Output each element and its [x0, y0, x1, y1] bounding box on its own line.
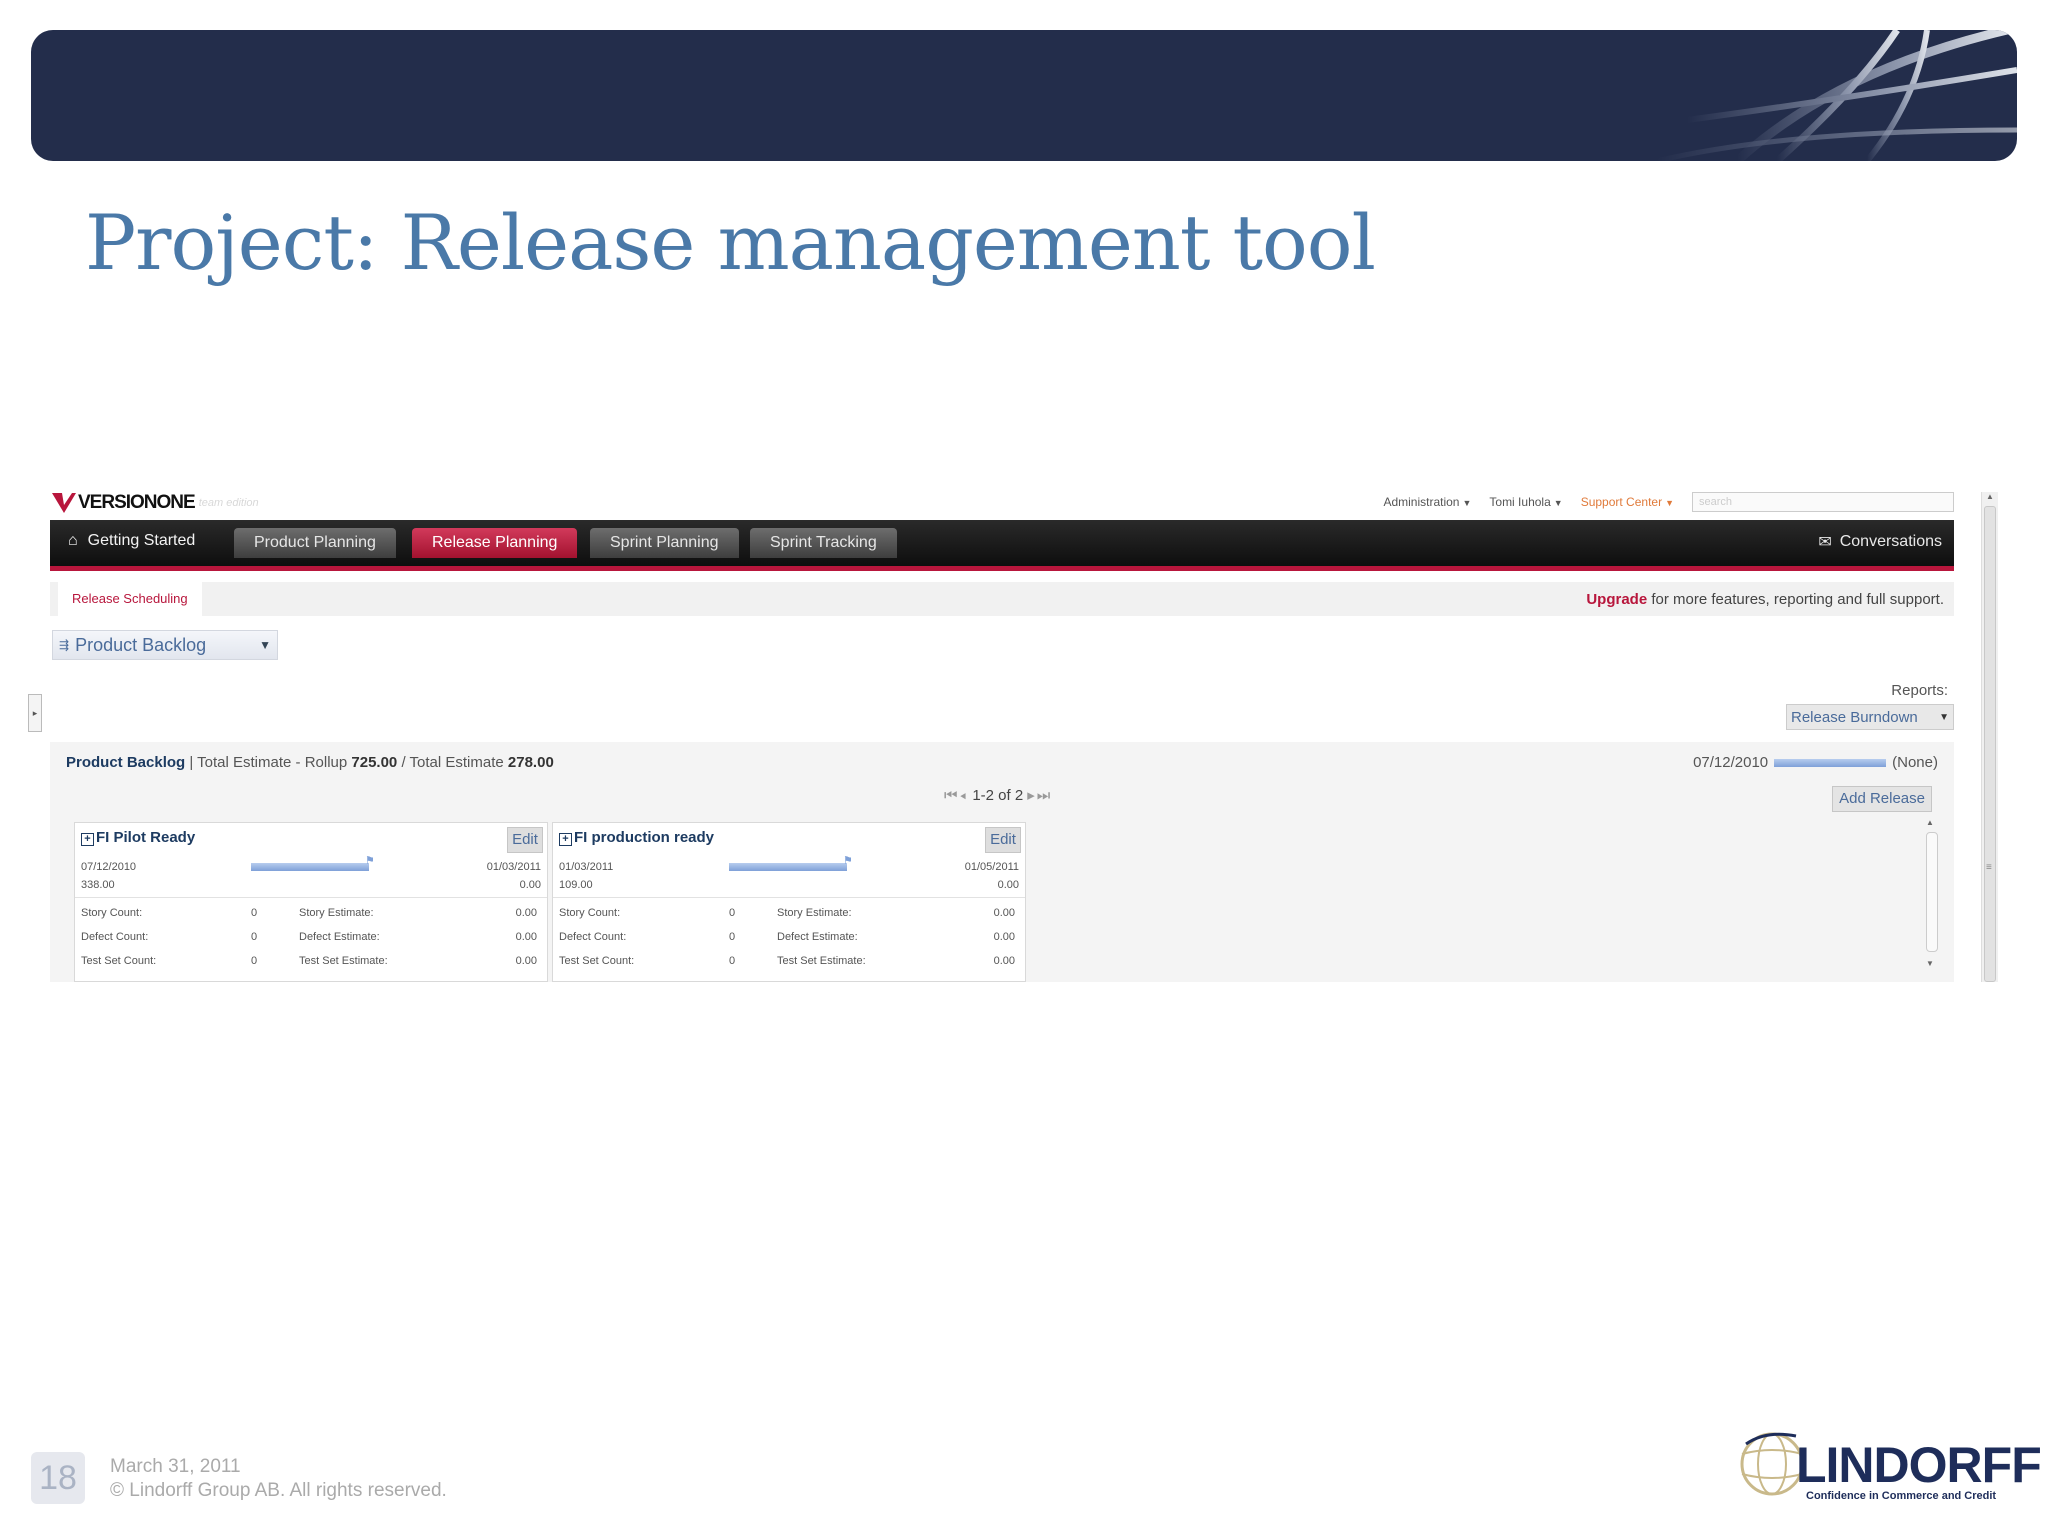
release-card: + FI production ready Edit 01/03/2011 ⚑ 0…: [552, 822, 1026, 982]
end-date: 01/03/2011: [486, 861, 541, 873]
chevron-down-icon: ▼: [1553, 498, 1563, 508]
versionone-mark-icon: [52, 493, 76, 513]
stat-row: Test Set Count: 0 Test Set Estimate: 0.00: [81, 955, 537, 967]
logo-text: VERSIONONE: [78, 492, 196, 513]
search-input[interactable]: search: [1692, 492, 1954, 512]
stat-row: Story Count: 0 Story Estimate: 0.00: [559, 907, 1015, 919]
chevron-down-icon: ▼: [1939, 711, 1949, 723]
add-release-button[interactable]: Add Release: [1832, 786, 1932, 812]
start-date: 07/12/2010: [81, 861, 137, 873]
stat-row: Defect Count: 0 Defect Estimate: 0.00: [81, 931, 537, 943]
reports-label: Reports:: [1891, 682, 1948, 699]
tab-release-planning[interactable]: Release Planning: [412, 528, 578, 558]
scroll-up-icon[interactable]: ▲: [1926, 818, 1934, 827]
reports-select[interactable]: Release Burndown ▼: [1786, 704, 1954, 730]
chat-icon: ✉: [1818, 534, 1832, 551]
home-icon: ⌂: [68, 532, 78, 549]
footer-copyright: © Lindorff Group AB. All rights reserved…: [110, 1480, 447, 1501]
page-number: 18: [31, 1452, 85, 1504]
tab-release-scheduling[interactable]: Release Scheduling: [58, 582, 202, 616]
footer-date: March 31, 2011: [110, 1456, 241, 1477]
globe-graphic: [1656, 30, 2017, 161]
end-date: 01/05/2011: [964, 861, 1019, 873]
header-banner: [31, 30, 2017, 161]
backlog-summary: Product Backlog | Total Estimate - Rollu…: [66, 754, 554, 771]
pager: ⏮◂ 1-2 of 2 ▸⏭: [944, 787, 1053, 804]
panel-scrollbar[interactable]: ▲ ▼: [1924, 818, 1938, 968]
chevron-down-icon: ▼: [1665, 498, 1674, 508]
upgrade-link[interactable]: Upgrade: [1586, 591, 1647, 608]
support-center-menu[interactable]: Support Center ▼: [1581, 495, 1674, 509]
estimate-total: 338.00: [81, 879, 115, 891]
scroll-up-icon[interactable]: ▲: [1986, 492, 1994, 501]
brand-tagline: Confidence in Commerce and Credit: [1806, 1490, 1997, 1502]
edit-button[interactable]: Edit: [507, 827, 543, 853]
release-title[interactable]: + FI Pilot Ready: [81, 829, 195, 846]
versionone-logo[interactable]: VERSIONONE team edition: [52, 492, 259, 514]
flag-icon: ⚑: [365, 855, 375, 867]
timeline-range: 07/12/2010 (None): [1693, 754, 1938, 771]
release-title[interactable]: + FI production ready: [559, 829, 714, 846]
expand-handle[interactable]: ▸: [28, 694, 42, 732]
app-frame: VERSIONONE team edition Administration ▼ …: [48, 486, 1954, 982]
chevron-down-icon: ▼: [1462, 498, 1472, 508]
stat-row: Story Count: 0 Story Estimate: 0.00: [81, 907, 537, 919]
scroll-track[interactable]: [1926, 832, 1938, 952]
tab-sprint-tracking[interactable]: Sprint Tracking: [750, 528, 897, 558]
main-navbar: ⌂ Getting Started Product Planning Relea…: [50, 520, 1954, 571]
grip-icon: ≡: [1986, 862, 1992, 873]
page-scrollbar[interactable]: ▲ ≡: [1981, 492, 1998, 982]
estimate-remaining: 0.00: [997, 879, 1019, 891]
estimate-total: 109.00: [559, 879, 593, 891]
tab-product-planning[interactable]: Product Planning: [234, 528, 396, 558]
lindorff-logo: LINDORFF Confidence in Commerce and Cred…: [1736, 1424, 2042, 1510]
backlog-panel: Product Backlog | Total Estimate - Rollu…: [50, 742, 1954, 982]
logo-edition: team edition: [198, 497, 259, 509]
first-page-icon[interactable]: ⏮: [944, 787, 960, 804]
upgrade-notice: Upgrade for more features, reporting and…: [1586, 591, 1944, 608]
divider: [553, 897, 1025, 898]
slide-title: Project: Release management tool: [85, 198, 1376, 287]
sub-navbar: Release Scheduling Upgrade for more feat…: [50, 582, 1954, 616]
tree-icon: ⇶: [59, 638, 70, 652]
brand-name: LINDORFF: [1796, 1437, 2042, 1493]
chevron-down-icon: ▼: [259, 638, 271, 652]
tab-sprint-planning[interactable]: Sprint Planning: [590, 528, 739, 558]
administration-menu[interactable]: Administration ▼: [1383, 495, 1471, 509]
stat-row: Test Set Count: 0 Test Set Estimate: 0.00: [559, 955, 1015, 967]
flag-icon: ⚑: [843, 855, 853, 867]
start-date: 01/03/2011: [559, 861, 614, 873]
next-page-icon[interactable]: ▸: [1027, 787, 1037, 804]
release-card: + FI Pilot Ready Edit 07/12/2010 ⚑ 01/03/…: [74, 822, 548, 982]
estimate-remaining: 0.00: [519, 879, 541, 891]
edit-button[interactable]: Edit: [985, 827, 1021, 853]
divider: [75, 897, 547, 898]
timeline-bar[interactable]: [1774, 758, 1887, 767]
scroll-thumb[interactable]: [1984, 506, 1996, 982]
backlog-select[interactable]: ⇶ Product Backlog ▼: [52, 630, 278, 660]
stat-row: Defect Count: 0 Defect Estimate: 0.00: [559, 931, 1015, 943]
expand-icon[interactable]: +: [559, 833, 572, 846]
release-timeline-bar[interactable]: [251, 863, 369, 871]
utility-links: Administration ▼ Tomi Iuhola ▼ Support Cen…: [1383, 492, 1954, 512]
release-timeline-bar[interactable]: [729, 863, 847, 871]
expand-icon[interactable]: +: [81, 833, 94, 846]
nav-getting-started[interactable]: ⌂ Getting Started: [68, 532, 195, 550]
scroll-down-icon[interactable]: ▼: [1926, 959, 1934, 968]
prev-page-icon[interactable]: ◂: [960, 787, 969, 804]
last-page-icon[interactable]: ⏭: [1037, 787, 1053, 804]
app-screenshot: ▸ VERSIONONE team edition Administration…: [28, 486, 1998, 982]
conversations-button[interactable]: ✉ Conversations: [1818, 532, 1942, 552]
user-menu[interactable]: Tomi Iuhola ▼: [1489, 495, 1562, 509]
